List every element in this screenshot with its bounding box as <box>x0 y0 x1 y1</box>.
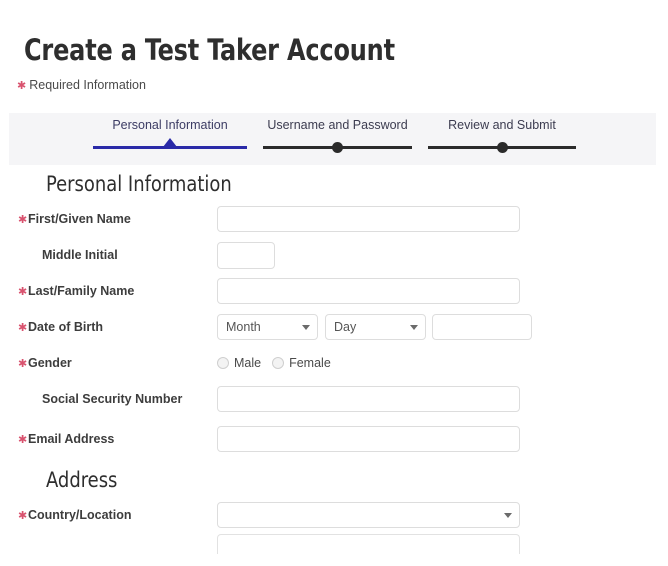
label-email-address: ✱ Email Address <box>18 432 115 446</box>
label-text: Last/Family Name <box>28 284 135 298</box>
label-first-name: ✱ First/Given Name <box>18 212 131 226</box>
required-asterisk-icon: ✱ <box>18 214 28 226</box>
social-security-number-input[interactable] <box>217 386 520 412</box>
page-title: Create a Test Taker Account <box>24 33 395 67</box>
form-row-first-name: ✱ First/Given Name <box>0 202 668 236</box>
field-zone <box>217 274 520 308</box>
required-asterisk-icon: ✱ <box>18 358 28 370</box>
first-name-input[interactable] <box>217 206 520 232</box>
required-asterisk-icon: ✱ <box>18 510 28 522</box>
last-name-input[interactable] <box>217 278 520 304</box>
chevron-down-icon <box>504 513 512 518</box>
radio-icon[interactable] <box>272 357 285 369</box>
step-marker-caret-icon <box>163 138 177 147</box>
gender-option-female[interactable]: Female <box>272 356 331 370</box>
step-review-and-submit[interactable]: Review and Submit <box>422 113 582 165</box>
required-asterisk-icon: ✱ <box>18 434 28 446</box>
step-username-and-password[interactable]: Username and Password <box>257 113 418 165</box>
step-label: Username and Password <box>267 118 408 132</box>
step-personal-information[interactable]: Personal Information <box>87 113 253 165</box>
field-zone: Month Day <box>217 310 532 344</box>
label-text: Country/Location <box>28 508 132 522</box>
label-date-of-birth: ✱ Date of Birth <box>18 320 103 334</box>
required-information-note: ✱ Required Information <box>17 78 146 92</box>
form-row-gender: ✱ Gender Male Female <box>0 346 668 380</box>
middle-initial-input[interactable] <box>217 241 275 269</box>
required-note-label: Required Information <box>29 78 146 92</box>
section-heading-personal-information: Personal Information <box>46 172 232 196</box>
gender-option-label: Male <box>234 356 262 370</box>
country-location-select[interactable] <box>217 502 520 528</box>
form-row-middle-initial: Middle Initial <box>0 238 668 272</box>
form-row-last-name: ✱ Last/Family Name <box>0 274 668 308</box>
form-row-social-security-number: Social Security Number <box>0 382 668 416</box>
gender-radio-group: Male Female <box>217 356 331 370</box>
label-text: Date of Birth <box>28 320 103 334</box>
step-marker-dot-icon <box>332 142 343 153</box>
email-address-input[interactable] <box>217 426 520 452</box>
required-asterisk-icon: ✱ <box>17 80 27 92</box>
progress-stepper: Personal Information Username and Passwo… <box>9 113 656 165</box>
step-label: Review and Submit <box>448 118 556 132</box>
dob-day-value: Day <box>334 320 357 334</box>
step-label: Personal Information <box>112 118 228 132</box>
radio-icon[interactable] <box>217 357 229 369</box>
dob-year-input[interactable] <box>432 314 532 340</box>
field-zone <box>217 498 520 532</box>
required-asterisk-icon: ✱ <box>18 322 28 334</box>
label-last-name: ✱ Last/Family Name <box>18 284 135 298</box>
field-zone: Male Female <box>217 346 331 380</box>
label-middle-initial: Middle Initial <box>42 248 118 262</box>
label-text: Email Address <box>28 432 115 446</box>
label-country-location: ✱ Country/Location <box>18 508 132 522</box>
form-row-date-of-birth: ✱ Date of Birth Month Day <box>0 310 668 344</box>
dob-month-value: Month <box>226 320 261 334</box>
form-row-country-location: ✱ Country/Location <box>0 498 668 532</box>
label-text: First/Given Name <box>28 212 131 226</box>
label-social-security-number: Social Security Number <box>42 392 183 406</box>
field-zone <box>217 382 520 416</box>
chevron-down-icon <box>410 325 418 330</box>
label-text: Gender <box>28 356 72 370</box>
account-form: Personal Information ✱ First/Given Name M… <box>0 172 668 534</box>
dob-day-select[interactable]: Day <box>325 314 426 340</box>
field-zone <box>217 202 520 236</box>
required-asterisk-icon: ✱ <box>18 286 28 298</box>
field-zone <box>217 238 275 272</box>
gender-option-male[interactable]: Male <box>217 356 261 370</box>
dob-month-select[interactable]: Month <box>217 314 318 340</box>
label-gender: ✱ Gender <box>18 356 72 370</box>
section-heading-address: Address <box>46 468 118 492</box>
step-marker-dot-icon <box>496 142 508 153</box>
chevron-down-icon <box>302 325 310 330</box>
form-row-email-address: ✱ Email Address <box>0 422 668 456</box>
field-zone <box>217 422 520 456</box>
next-field-partial[interactable] <box>217 534 520 554</box>
gender-option-label: Female <box>289 356 331 370</box>
